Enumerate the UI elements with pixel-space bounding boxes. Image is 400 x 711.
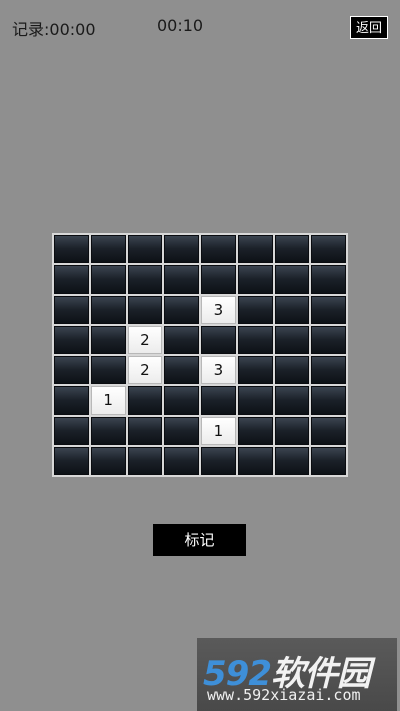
- board-cell-covered[interactable]: [54, 265, 89, 294]
- board-cell-covered[interactable]: [274, 265, 310, 294]
- board-cell-covered[interactable]: [164, 446, 199, 475]
- board-cell-covered[interactable]: [127, 295, 163, 324]
- board-cell-covered[interactable]: [311, 235, 346, 264]
- board-cell-covered[interactable]: [201, 265, 236, 294]
- board-cell-covered[interactable]: [54, 446, 89, 475]
- board-cell-covered[interactable]: [274, 295, 310, 324]
- board-cell-covered[interactable]: [127, 235, 163, 264]
- board-cell-covered[interactable]: [237, 446, 273, 475]
- board-cell-covered[interactable]: [311, 325, 346, 354]
- board-cell-covered[interactable]: [164, 295, 199, 324]
- board-cell-covered[interactable]: [237, 386, 273, 415]
- back-button[interactable]: 返回: [350, 16, 388, 39]
- board-cell-covered[interactable]: [274, 446, 310, 475]
- board-cell-covered[interactable]: [237, 356, 273, 385]
- board-cell-covered[interactable]: [237, 295, 273, 324]
- board-cell-covered[interactable]: [127, 446, 163, 475]
- board-cell-covered[interactable]: [274, 356, 310, 385]
- minesweeper-board: 3 22 3 1 1: [52, 233, 348, 477]
- board-cell-covered[interactable]: [311, 265, 346, 294]
- board-cell-covered[interactable]: [201, 386, 236, 415]
- board-cell-covered[interactable]: [201, 235, 236, 264]
- board-cell-covered[interactable]: [274, 325, 310, 354]
- board-cell-covered[interactable]: [127, 265, 163, 294]
- board-cell-covered[interactable]: [90, 416, 126, 445]
- board-cell-covered[interactable]: [54, 416, 89, 445]
- board-cell-covered[interactable]: [54, 235, 89, 264]
- board-cell-covered[interactable]: [237, 416, 273, 445]
- board-cell-covered[interactable]: [274, 235, 310, 264]
- board-cell-covered[interactable]: [164, 416, 199, 445]
- top-bar: 记录:00:00 00:10 返回: [0, 0, 400, 50]
- watermark-logo: 592软件园 www.592xiazai.com: [197, 638, 397, 711]
- board-cell-covered[interactable]: [90, 265, 126, 294]
- board-cell-covered[interactable]: [311, 295, 346, 324]
- board-cell-covered[interactable]: [311, 356, 346, 385]
- elapsed-timer: 00:10: [157, 16, 204, 35]
- board-cell-covered[interactable]: [237, 265, 273, 294]
- board-cell-covered[interactable]: [311, 416, 346, 445]
- board-cell-covered[interactable]: [54, 325, 89, 354]
- board-cell-covered[interactable]: [90, 446, 126, 475]
- board-cell-revealed[interactable]: 1: [90, 386, 126, 415]
- board-cell-revealed[interactable]: 3: [201, 356, 236, 385]
- board-cell-revealed[interactable]: 3: [201, 295, 236, 324]
- board-cell-covered[interactable]: [164, 356, 199, 385]
- board-cell-covered[interactable]: [201, 446, 236, 475]
- board-cell-covered[interactable]: [164, 265, 199, 294]
- board-cell-covered[interactable]: [164, 386, 199, 415]
- board-cell-covered[interactable]: [127, 386, 163, 415]
- board-cell-covered[interactable]: [54, 295, 89, 324]
- board-cell-covered[interactable]: [237, 235, 273, 264]
- board-cell-covered[interactable]: [90, 356, 126, 385]
- board-cell-covered[interactable]: [164, 325, 199, 354]
- board-cell-covered[interactable]: [90, 235, 126, 264]
- board-cell-covered[interactable]: [90, 325, 126, 354]
- board-cell-covered[interactable]: [274, 386, 310, 415]
- watermark-url: www.592xiazai.com: [207, 686, 361, 704]
- board-cell-revealed[interactable]: 1: [201, 416, 236, 445]
- board-cell-covered[interactable]: [311, 386, 346, 415]
- board-cell-covered[interactable]: [201, 325, 236, 354]
- board-cell-covered[interactable]: [54, 386, 89, 415]
- mark-button[interactable]: 标记: [153, 524, 246, 556]
- board-cell-covered[interactable]: [54, 356, 89, 385]
- board-cell-revealed[interactable]: 2: [127, 325, 163, 354]
- board-cell-covered[interactable]: [274, 416, 310, 445]
- board-cell-revealed[interactable]: 2: [127, 356, 163, 385]
- board-cell-covered[interactable]: [311, 446, 346, 475]
- board-cell-covered[interactable]: [127, 416, 163, 445]
- best-record-label: 记录:00:00: [12, 20, 96, 39]
- board-cell-covered[interactable]: [90, 295, 126, 324]
- board-cell-covered[interactable]: [164, 235, 199, 264]
- board-cell-covered[interactable]: [237, 325, 273, 354]
